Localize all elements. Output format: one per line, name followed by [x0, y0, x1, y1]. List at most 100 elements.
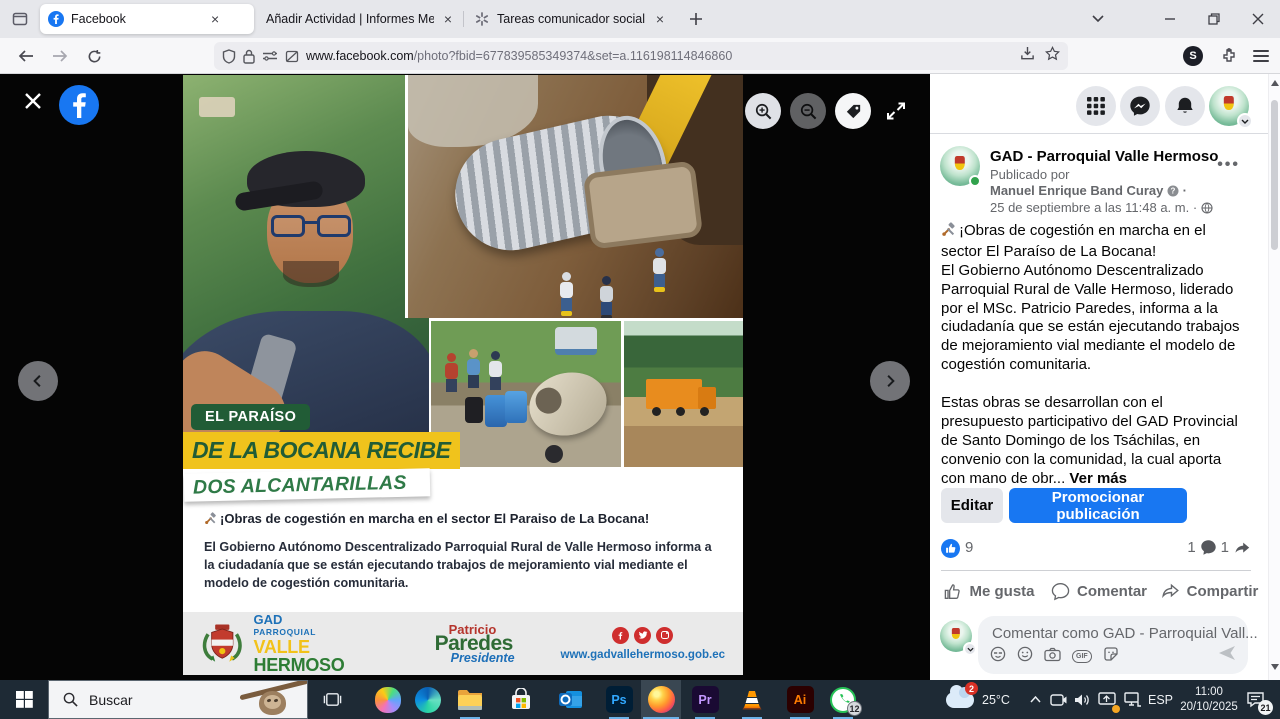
comment-input[interactable]: Comentar como GAD - Parroquial Vall... [992, 625, 1258, 642]
profile-avatar[interactable] [1209, 86, 1249, 126]
tab-close-icon[interactable]: × [211, 12, 219, 26]
extension-s-icon[interactable]: S [1180, 43, 1206, 69]
send-comment-icon[interactable] [1218, 645, 1236, 666]
avatar-sticker-icon[interactable] [990, 646, 1006, 667]
sticker-icon[interactable] [1103, 646, 1119, 667]
notifications-button[interactable] [1165, 86, 1205, 126]
task-view-button[interactable] [312, 680, 352, 719]
close-viewer-icon[interactable] [22, 90, 44, 117]
page-name[interactable]: GAD - Parroquial Valle Hermoso [990, 148, 1218, 165]
comment-count[interactable]: 1 [1187, 539, 1195, 556]
taskbar-vlc[interactable] [732, 680, 772, 719]
taskbar-edge[interactable] [408, 680, 448, 719]
post-options-icon[interactable]: ••• [1217, 156, 1240, 174]
tab-facebook[interactable]: Facebook × [40, 4, 254, 34]
emoji-icon[interactable] [1017, 646, 1033, 667]
comment-composer[interactable]: Comentar como GAD - Parroquial Vall... G… [978, 616, 1248, 674]
edit-button[interactable]: Editar [941, 488, 1003, 523]
taskbar-file-explorer[interactable] [450, 680, 490, 719]
taskbar-clock[interactable]: 11:00 20/10/2025 [1178, 680, 1240, 719]
lock-icon[interactable] [243, 49, 255, 64]
photo-viewer-stage[interactable]: EL PARAÍSO DE LA BOCANA RECIBE DOS ALCAN… [0, 74, 930, 680]
tray-network-icon[interactable] [1120, 680, 1144, 719]
share-count[interactable]: 1 [1221, 539, 1229, 556]
bookmark-star-icon[interactable] [1045, 46, 1060, 66]
caption-title-text: ¡Obras de cogestión en marcha en el sect… [220, 511, 649, 526]
tab-tareas[interactable]: Tareas comunicador social GAD × [466, 4, 672, 34]
post-timestamp[interactable]: 25 de septiembre a las 11:48 a. m. [990, 200, 1189, 215]
window-minimize-button[interactable] [1148, 0, 1192, 38]
taskbar-whatsapp[interactable]: 12 [823, 680, 863, 719]
apps-menu-button[interactable] [1076, 86, 1116, 126]
language-indicator[interactable]: ESP [1148, 680, 1173, 719]
deco [558, 272, 574, 316]
extensions-puzzle-icon[interactable] [1216, 43, 1242, 69]
comment-button[interactable]: Comentar [1044, 572, 1154, 610]
taskbar-firefox[interactable] [641, 680, 681, 719]
facebook-logo[interactable] [59, 85, 99, 130]
tray-camera-icon[interactable] [1046, 680, 1070, 719]
images-blocked-icon[interactable] [285, 50, 299, 63]
like-reaction-icon[interactable] [941, 539, 960, 558]
photo-caption-title: ¡Obras de cogestión en marcha en el sect… [204, 511, 724, 528]
previous-photo-button[interactable] [18, 361, 58, 401]
address-bar[interactable]: www.facebook.com/photo?fbid=677839585349… [214, 42, 1068, 70]
camera-icon[interactable] [1044, 647, 1061, 667]
temperature-label[interactable]: 25°C [982, 680, 1010, 719]
tab-title: Añadir Actividad | Informes Mensua [266, 12, 434, 26]
taskbar-premiere[interactable]: Pr [685, 680, 725, 719]
tray-chevron-up-icon[interactable] [1024, 680, 1046, 719]
firefox-view-icon[interactable] [8, 8, 32, 30]
tray-cast-icon[interactable] [1094, 680, 1120, 719]
taskbar-search[interactable]: Buscar [48, 680, 308, 719]
menu-hamburger-icon[interactable] [1248, 43, 1274, 69]
messenger-button[interactable] [1120, 86, 1160, 126]
scroll-down-icon[interactable] [1271, 664, 1279, 670]
taskbar-illustrator[interactable]: Ai [780, 680, 820, 719]
tray-volume-icon[interactable] [1070, 680, 1094, 719]
shield-icon[interactable] [222, 49, 236, 64]
scroll-up-icon[interactable] [1271, 80, 1279, 86]
permissions-icon[interactable] [262, 50, 278, 62]
taskbar-store[interactable] [501, 680, 541, 719]
see-more-link[interactable]: Ver más [1069, 470, 1127, 487]
composer-avatar[interactable] [940, 620, 972, 652]
promote-post-button[interactable]: Promocionar publicación [1009, 488, 1187, 523]
gif-icon[interactable]: GIF [1072, 650, 1092, 663]
like-count[interactable]: 9 [965, 539, 973, 556]
timestamp-row[interactable]: 25 de septiembre a las 11:48 a. m. · [990, 200, 1213, 215]
like-button[interactable]: Me gusta [934, 572, 1044, 610]
taskbar-outlook[interactable] [550, 680, 590, 719]
start-button[interactable] [0, 680, 48, 719]
page-avatar[interactable] [940, 146, 980, 186]
save-page-icon[interactable] [1020, 46, 1035, 66]
reload-button[interactable] [80, 42, 108, 70]
tab-informes[interactable]: Añadir Actividad | Informes Mensua × [258, 4, 460, 34]
post-photo[interactable]: EL PARAÍSO DE LA BOCANA RECIBE DOS ALCAN… [183, 75, 743, 675]
notification-badge: 21 [1258, 700, 1273, 715]
notification-center-button[interactable]: 21 [1240, 680, 1270, 719]
zoom-in-button[interactable] [745, 93, 781, 129]
fullscreen-icon[interactable] [884, 99, 908, 128]
taskbar-photoshop[interactable]: Ps [599, 680, 639, 719]
zoom-out-button[interactable] [790, 93, 826, 129]
window-close-button[interactable] [1236, 0, 1280, 38]
next-photo-button[interactable] [870, 361, 910, 401]
new-tab-button[interactable] [684, 7, 708, 31]
list-all-tabs-button[interactable] [1086, 7, 1110, 31]
page-scrollbar[interactable] [1268, 74, 1280, 680]
back-button[interactable] [12, 42, 40, 70]
forward-button[interactable] [46, 42, 74, 70]
scrollbar-thumb[interactable] [1271, 100, 1278, 250]
tag-photo-button[interactable] [835, 93, 871, 129]
deco [269, 215, 353, 239]
window-restore-button[interactable] [1192, 0, 1236, 38]
author-row[interactable]: Manuel Enrique Band Curay ? · [990, 183, 1187, 198]
taskbar-copilot[interactable] [368, 680, 408, 719]
tab-close-icon[interactable]: × [444, 12, 452, 26]
share-button[interactable]: Compartir [1154, 572, 1264, 610]
copilot-icon [375, 687, 401, 713]
weather-icon[interactable]: 2 [944, 680, 976, 719]
author-name[interactable]: Manuel Enrique Band Curay [990, 183, 1163, 198]
tab-close-icon[interactable]: × [656, 12, 664, 26]
